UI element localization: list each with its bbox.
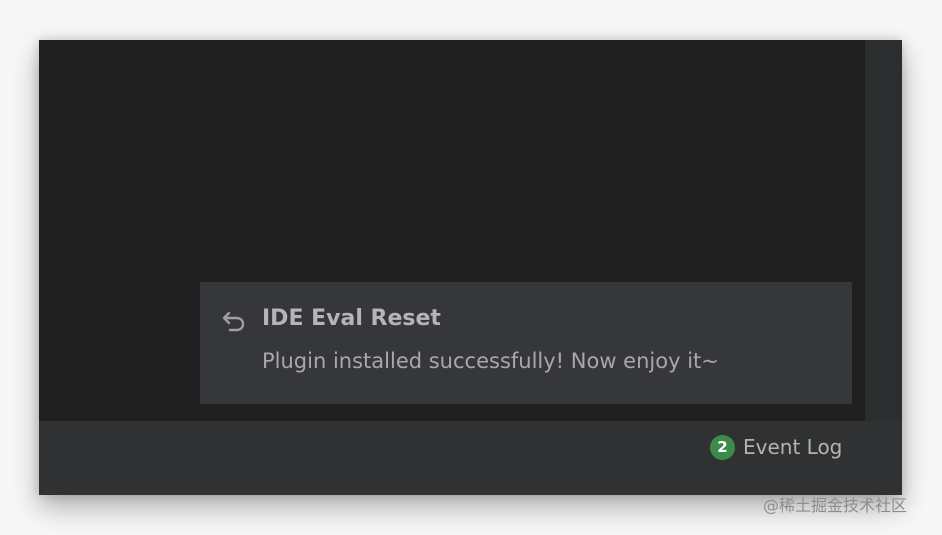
undo-icon	[221, 307, 247, 333]
notification-message: Plugin installed successfully! Now enjoy…	[262, 349, 719, 373]
event-log-button[interactable]: 2 Event Log	[710, 432, 842, 462]
plugin-notification[interactable]: IDE Eval Reset Plugin installed successf…	[200, 282, 852, 404]
screenshot-page: IDE Eval Reset Plugin installed successf…	[0, 0, 942, 535]
event-count-badge: 2	[710, 434, 735, 460]
status-bar: 2 Event Log	[39, 421, 902, 495]
notification-title: IDE Eval Reset	[262, 306, 441, 331]
watermark-text: @稀土掘金技术社区	[763, 496, 908, 515]
event-log-label: Event Log	[743, 435, 843, 459]
ide-window: IDE Eval Reset Plugin installed successf…	[39, 40, 902, 495]
right-tool-strip	[865, 40, 902, 421]
